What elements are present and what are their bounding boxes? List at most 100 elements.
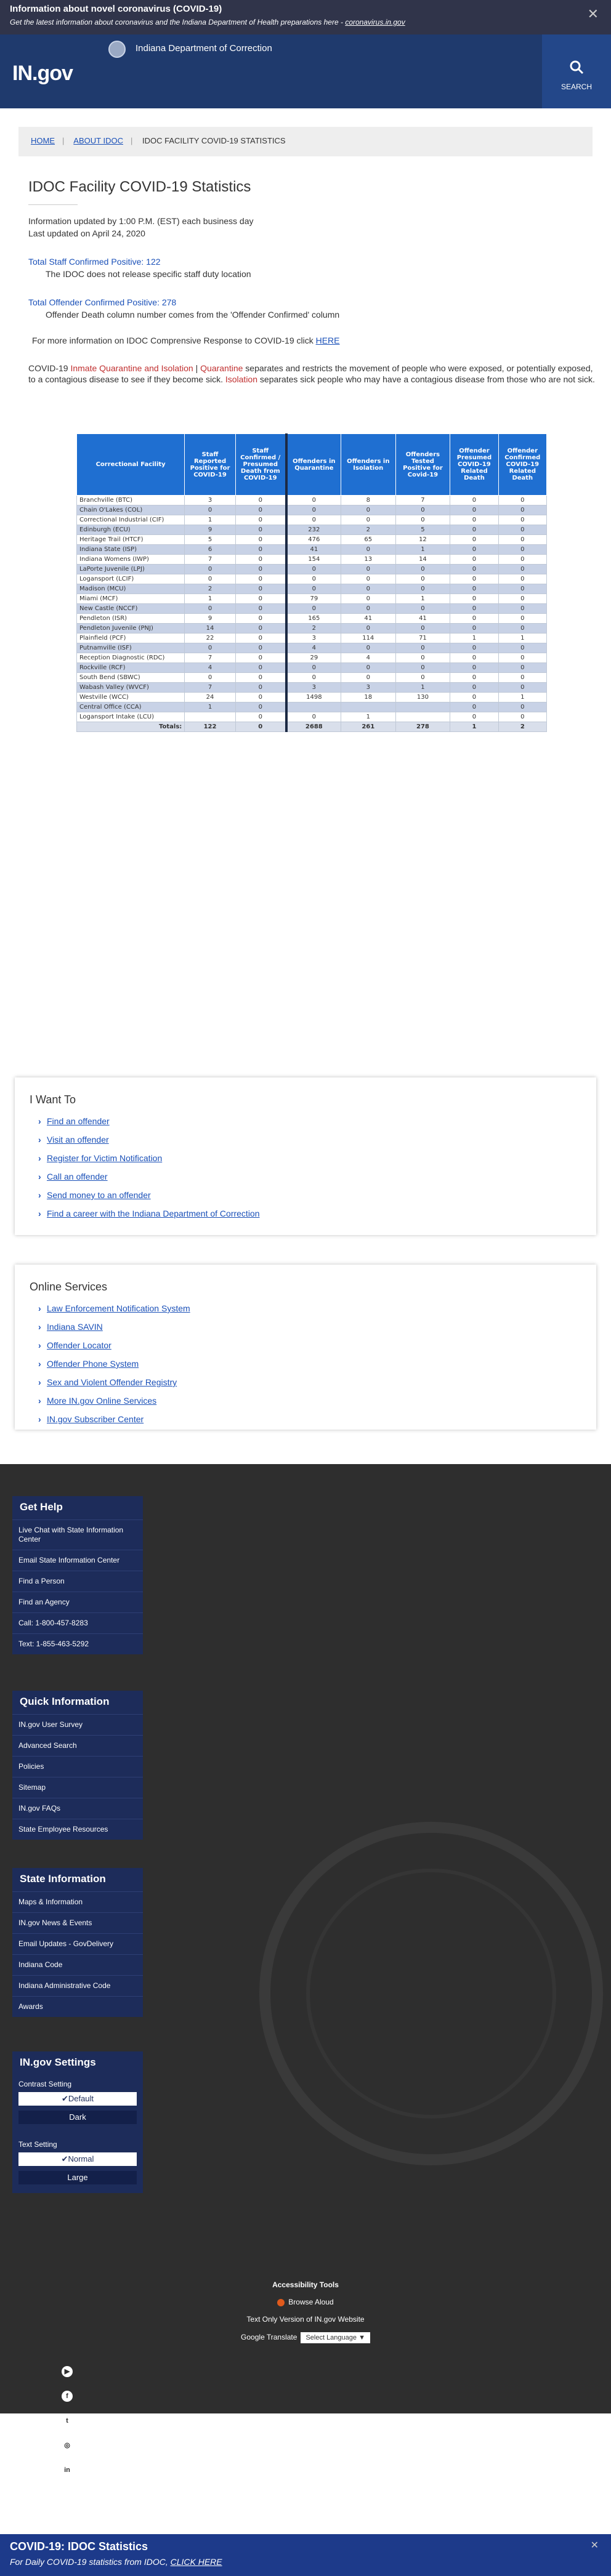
google-translate: Google Translate Select Language ▼ <box>0 2332 611 2343</box>
alert-subtitle-text: Get the latest information about coronav… <box>10 18 346 26</box>
state-info-link[interactable]: Indiana Code <box>12 1954 143 1975</box>
table-row: South Bend (SBWC) 0 0 0 0 0 0 0 <box>76 672 548 683</box>
ingov-logo[interactable]: IN.gov <box>12 62 73 86</box>
online-service-link[interactable]: Indiana SAVIN <box>47 1322 103 1332</box>
stat-cell: 0 <box>498 534 548 545</box>
online-service-link[interactable]: IN.gov Subscriber Center <box>47 1414 144 1424</box>
stat-cell: 0 <box>285 662 341 673</box>
covid-statistics-table: Correctional Facility Staff Reported Pos… <box>76 433 548 732</box>
facility-name-cell: Edinburgh (ECU) <box>76 525 185 535</box>
get-help-link[interactable]: Find a Person <box>12 1571 143 1592</box>
stat-cell: 0 <box>285 564 341 574</box>
facility-name-cell: LaPorte Juvenile (LPJ) <box>76 564 185 574</box>
quick-info-link[interactable]: Advanced Search <box>12 1735 143 1756</box>
col-header: Staff Confirmed / Presumed Death from CO… <box>235 433 287 496</box>
table-row: Madison (MCU) 2 0 0 0 0 0 0 <box>76 584 548 594</box>
i-want-to-link[interactable]: Register for Victim Notification <box>47 1153 162 1163</box>
stat-cell: 9 <box>184 613 236 624</box>
stat-cell: 0 <box>498 495 548 505</box>
table-row: Westville (WCC) 24 0 1498 18 130 0 1 <box>76 692 548 702</box>
stat-cell: 65 <box>340 534 396 545</box>
state-info-link[interactable]: Awards <box>12 1996 143 2017</box>
contrast-default-button[interactable]: ✔Default <box>18 2092 137 2106</box>
language-select[interactable]: Select Language ▼ <box>301 2332 370 2343</box>
stat-cell: 0 <box>235 682 287 693</box>
i-want-to-panel: I Want To Find an offender Visit an offen… <box>15 1077 596 1235</box>
get-help-link[interactable]: Live Chat with State Information Center <box>12 1519 143 1550</box>
stat-cell: 14 <box>395 554 451 565</box>
banner-link[interactable]: CLICK HERE <box>171 2557 222 2567</box>
table-row: Indiana Womens (IWP) 7 0 154 13 14 0 0 <box>76 554 548 565</box>
para-a: COVID-19 <box>28 363 71 373</box>
breadcrumb-about[interactable]: ABOUT IDOC <box>73 136 123 145</box>
text-large-button[interactable]: Large <box>18 2171 137 2184</box>
quick-info-link[interactable]: State Employee Resources <box>12 1819 143 1840</box>
stat-cell: 0 <box>450 584 499 594</box>
stat-cell: 0 <box>450 682 499 693</box>
alert-link[interactable]: coronavirus.in.gov <box>345 18 405 26</box>
stat-cell: 0 <box>450 554 499 565</box>
online-service-link[interactable]: Offender Locator <box>47 1340 111 1350</box>
facility-name-cell: Logansport (LCIF) <box>76 574 185 584</box>
stat-cell: 0 <box>450 613 499 624</box>
quick-info-link[interactable]: IN.gov FAQs <box>12 1798 143 1819</box>
i-want-to-link[interactable]: Visit an offender <box>47 1135 109 1145</box>
quick-info-link[interactable]: IN.gov User Survey <box>12 1714 143 1735</box>
stat-cell: 0 <box>498 594 548 604</box>
col-header: Offender Presumed COVID-19 Related Death <box>450 433 499 496</box>
state-info-link[interactable]: Indiana Administrative Code <box>12 1975 143 1996</box>
breadcrumb-home[interactable]: HOME <box>31 136 55 145</box>
instagram-icon[interactable]: ◎ <box>62 2440 73 2451</box>
online-service-link[interactable]: Offender Phone System <box>47 1359 139 1369</box>
online-service-link[interactable]: More IN.gov Online Services <box>47 1396 156 1406</box>
text-only-link[interactable]: Text Only Version of IN.gov Website <box>0 2315 611 2324</box>
table-row: Heritage Trail (HTCF) 5 0 476 65 12 0 0 <box>76 534 548 545</box>
list-item: Register for Victim Notification <box>38 1153 581 1163</box>
state-info-link[interactable]: Email Updates - GovDelivery <box>12 1933 143 1954</box>
search-button[interactable]: SEARCH <box>542 34 611 108</box>
stat-cell: 0 <box>340 643 396 653</box>
stat-cell: 79 <box>285 594 341 604</box>
stat-cell: 0 <box>450 662 499 673</box>
facebook-icon[interactable]: f <box>62 2391 73 2402</box>
stat-cell: 476 <box>285 534 341 545</box>
state-info-link[interactable]: Maps & Information <box>12 1891 143 1912</box>
online-service-link[interactable]: Law Enforcement Notification System <box>47 1303 190 1313</box>
list-item: Send money to an offender <box>38 1190 581 1200</box>
facility-name-cell: Indiana Womens (IWP) <box>76 554 185 565</box>
i-want-to-link[interactable]: Send money to an offender <box>47 1190 151 1200</box>
twitter-icon[interactable]: t <box>62 2415 73 2426</box>
col-header: Offender Confirmed COVID-19 Related Deat… <box>498 433 548 496</box>
para-g: separates sick people who may have a con… <box>257 374 595 384</box>
stat-cell: 0 <box>235 544 287 555</box>
linkedin-icon[interactable]: in <box>62 2465 73 2476</box>
stat-cell: 13 <box>340 554 396 565</box>
contrast-dark-button[interactable]: Dark <box>18 2111 137 2124</box>
table-totals-row: Totals: 122 0 2688 261 278 1 2 <box>76 722 548 732</box>
youtube-icon[interactable]: ▶ <box>62 2366 73 2377</box>
accessibility-tools: Accessibility Tools Browse Aloud Text On… <box>0 2280 611 2352</box>
text-normal-button[interactable]: ✔Normal <box>18 2152 137 2166</box>
close-icon[interactable]: ✕ <box>588 6 599 22</box>
quick-info-link[interactable]: Policies <box>12 1756 143 1777</box>
get-help-link[interactable]: Email State Information Center <box>12 1550 143 1571</box>
close-icon[interactable]: ✕ <box>591 2539 599 2551</box>
browse-aloud[interactable]: Browse Aloud <box>0 2298 611 2306</box>
agency-name[interactable]: Indiana Department of Correction <box>136 43 272 54</box>
stat-cell: 2 <box>340 525 396 535</box>
quick-info-link[interactable]: Sitemap <box>12 1777 143 1798</box>
i-want-to-link[interactable]: Call an offender <box>47 1172 108 1181</box>
stat-cell: 232 <box>285 525 341 535</box>
i-want-to-link[interactable]: Find a career with the Indiana Departmen… <box>47 1209 260 1218</box>
i-want-to-link[interactable]: Find an offender <box>47 1116 110 1126</box>
state-info-link[interactable]: IN.gov News & Events <box>12 1912 143 1933</box>
table-row: Putnamville (ISF) 0 0 4 0 0 0 0 <box>76 643 548 653</box>
stat-cell: 0 <box>498 554 548 565</box>
i-want-to-title: I Want To <box>30 1093 76 1106</box>
get-help-link[interactable]: Call: 1-800-457-8283 <box>12 1612 143 1633</box>
online-service-link[interactable]: Sex and Violent Offender Registry <box>47 1377 177 1387</box>
more-info-link[interactable]: HERE <box>316 336 340 345</box>
get-help-link[interactable]: Find an Agency <box>12 1592 143 1612</box>
stat-cell: 0 <box>450 603 499 614</box>
get-help-link[interactable]: Text: 1-855-463-5292 <box>12 1633 143 1654</box>
